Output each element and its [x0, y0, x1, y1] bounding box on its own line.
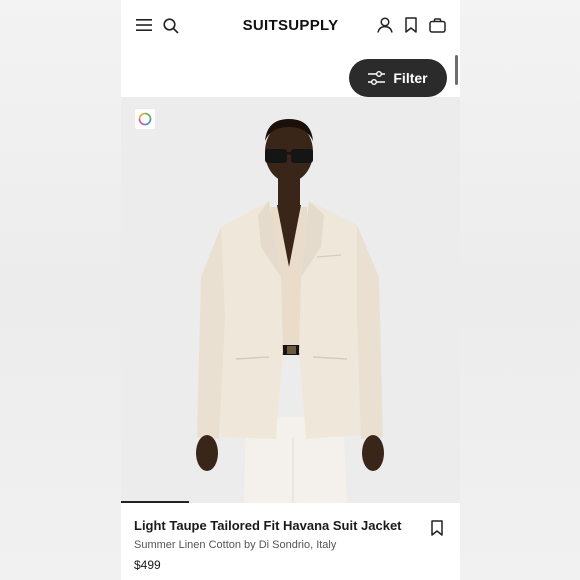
product-info: Light Taupe Tailored Fit Havana Suit Jac… [134, 518, 444, 573]
mobile-viewport: SUITSUPPLY Filter Light Taupe Tailored F… [121, 0, 460, 580]
product-subtitle: Summer Linen Cotton by Di Sondrio, Italy [134, 539, 337, 551]
shopping-bag-icon[interactable] [428, 16, 446, 34]
background-left [0, 0, 121, 580]
image-carousel-progress [121, 501, 189, 503]
product-title[interactable]: Light Taupe Tailored Fit Havana Suit Jac… [134, 518, 444, 534]
product-image[interactable] [121, 97, 460, 503]
user-icon[interactable] [376, 16, 394, 34]
scrollbar[interactable] [455, 55, 458, 85]
filter-label: Filter [393, 70, 428, 86]
save-product-bookmark-icon[interactable] [428, 519, 446, 537]
multicolor-ring-icon[interactable] [135, 109, 155, 129]
filter-button[interactable]: Filter [349, 59, 447, 97]
background-right [460, 0, 580, 580]
product-price: $499 [134, 558, 161, 572]
top-nav: SUITSUPPLY [121, 0, 460, 52]
sliders-icon [368, 71, 386, 85]
bookmark-icon[interactable] [403, 16, 419, 34]
